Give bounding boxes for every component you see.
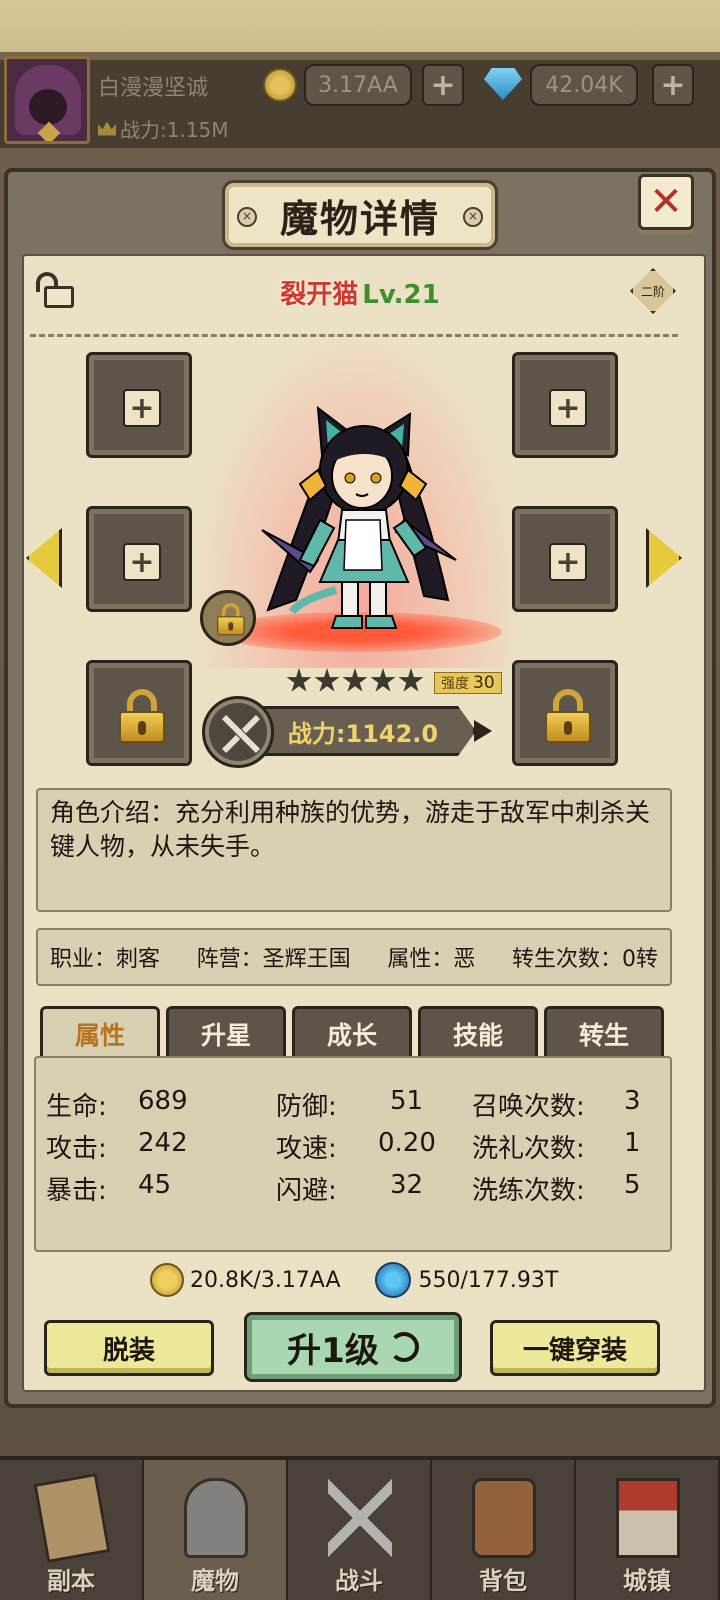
refine-label: 洗练次数: bbox=[472, 1176, 585, 1206]
nav-label: 魔物 bbox=[191, 1567, 239, 1595]
atk-label: 攻击: bbox=[46, 1134, 107, 1164]
spd-label: 攻速: bbox=[276, 1134, 337, 1164]
map-icon bbox=[33, 1473, 111, 1563]
strength-label: 强度 bbox=[441, 676, 469, 692]
equip-slot-locked-2[interactable] bbox=[512, 660, 618, 766]
refresh-icon bbox=[388, 1332, 419, 1362]
tab-attributes[interactable]: 属性 bbox=[40, 1006, 160, 1058]
crit-label: 暴击: bbox=[46, 1176, 107, 1206]
tab-skills[interactable]: 技能 bbox=[418, 1006, 538, 1058]
baptism-value: 1 bbox=[624, 1128, 641, 1158]
level-up-button[interactable]: 升1级 bbox=[244, 1312, 462, 1382]
def-label: 防御: bbox=[276, 1092, 337, 1122]
orb-cost: 550/177.93T bbox=[418, 1267, 559, 1293]
gold-cost: 20.8K/3.17AA bbox=[190, 1267, 341, 1293]
gold-coin-icon bbox=[150, 1263, 184, 1297]
nav-label: 副本 bbox=[47, 1567, 95, 1595]
combat-power-bar: 战力:1142.0 bbox=[250, 706, 476, 756]
job-info: 职业：刺客 bbox=[50, 947, 161, 972]
star-icon bbox=[286, 668, 312, 692]
summon-value: 3 bbox=[624, 1086, 641, 1116]
lock-icon bbox=[545, 689, 591, 743]
crossed-swords-icon bbox=[328, 1478, 392, 1558]
bottom-nav: 副本 魔物 战斗 背包 城镇 bbox=[0, 1456, 720, 1600]
attribute-info: 属性：恶 bbox=[387, 947, 476, 972]
equip-slot-1[interactable]: + bbox=[86, 352, 192, 458]
town-icon bbox=[616, 1478, 680, 1558]
summon-label: 召唤次数: bbox=[472, 1092, 585, 1122]
tab-rebirth[interactable]: 转生 bbox=[544, 1006, 664, 1058]
nav-label: 背包 bbox=[479, 1567, 527, 1595]
hp-label: 生命: bbox=[46, 1092, 107, 1122]
baptism-label: 洗礼次数: bbox=[472, 1134, 585, 1164]
character-description: 角色介绍：充分利用种族的优势，游走于敌军中刺杀关键人物，从未失手。 bbox=[36, 788, 672, 912]
strength-badge: 强度 30 bbox=[434, 672, 502, 694]
star-icon bbox=[370, 668, 396, 692]
detail-tabs: 属性 升星 成长 技能 转生 bbox=[40, 1006, 664, 1058]
level-up-cost: 20.8K/3.17AA 550/177.93T bbox=[150, 1262, 558, 1298]
add-equip-icon: + bbox=[123, 389, 161, 427]
crit-value: 45 bbox=[138, 1170, 172, 1200]
def-value: 51 bbox=[390, 1086, 424, 1116]
lock-monster-button[interactable] bbox=[200, 590, 256, 646]
spd-value: 0.20 bbox=[378, 1128, 436, 1158]
equip-slot-2[interactable]: + bbox=[512, 352, 618, 458]
lock-icon bbox=[217, 603, 245, 636]
add-equip-icon: + bbox=[549, 543, 587, 581]
nav-label: 战斗 bbox=[335, 1567, 383, 1595]
add-equip-icon: + bbox=[123, 543, 161, 581]
rebirth-info: 转生次数：0转 bbox=[511, 947, 658, 972]
faction-info: 阵营：圣辉王国 bbox=[196, 947, 351, 972]
helmet-icon bbox=[184, 1478, 248, 1558]
equip-slot-3[interactable]: + bbox=[86, 506, 192, 612]
atk-value: 242 bbox=[138, 1128, 188, 1158]
star-icon bbox=[314, 668, 340, 692]
nav-dungeon[interactable]: 副本 bbox=[0, 1460, 144, 1600]
star-icon bbox=[342, 668, 368, 692]
nav-label: 城镇 bbox=[623, 1567, 671, 1595]
equip-all-button[interactable]: 一键穿装 bbox=[490, 1320, 660, 1376]
spirit-orb-icon bbox=[374, 1262, 411, 1298]
level-up-label: 升1级 bbox=[287, 1330, 379, 1371]
equip-slot-locked-1[interactable] bbox=[86, 660, 192, 766]
tab-growth[interactable]: 成长 bbox=[292, 1006, 412, 1058]
nav-backpack[interactable]: 背包 bbox=[432, 1460, 576, 1600]
lock-icon bbox=[119, 689, 165, 743]
hp-value: 689 bbox=[138, 1086, 188, 1116]
crossed-swords-icon bbox=[202, 696, 274, 768]
unequip-button[interactable]: 脱装 bbox=[44, 1320, 214, 1376]
nav-monster[interactable]: 魔物 bbox=[144, 1460, 288, 1600]
equip-slot-4[interactable]: + bbox=[512, 506, 618, 612]
add-equip-icon: + bbox=[549, 389, 587, 427]
backpack-icon bbox=[472, 1478, 536, 1558]
star-icon bbox=[398, 668, 424, 692]
tab-star-up[interactable]: 升星 bbox=[166, 1006, 286, 1058]
refine-value: 5 bbox=[624, 1170, 641, 1200]
dodge-value: 32 bbox=[390, 1170, 424, 1200]
nav-town[interactable]: 城镇 bbox=[576, 1460, 720, 1600]
star-rating bbox=[286, 668, 424, 694]
dodge-label: 闪避: bbox=[276, 1176, 337, 1206]
info-row: 职业：刺客 阵营：圣辉王国 属性：恶 转生次数：0转 bbox=[36, 928, 672, 986]
strength-value: 30 bbox=[473, 673, 495, 693]
nav-battle[interactable]: 战斗 bbox=[288, 1460, 432, 1600]
